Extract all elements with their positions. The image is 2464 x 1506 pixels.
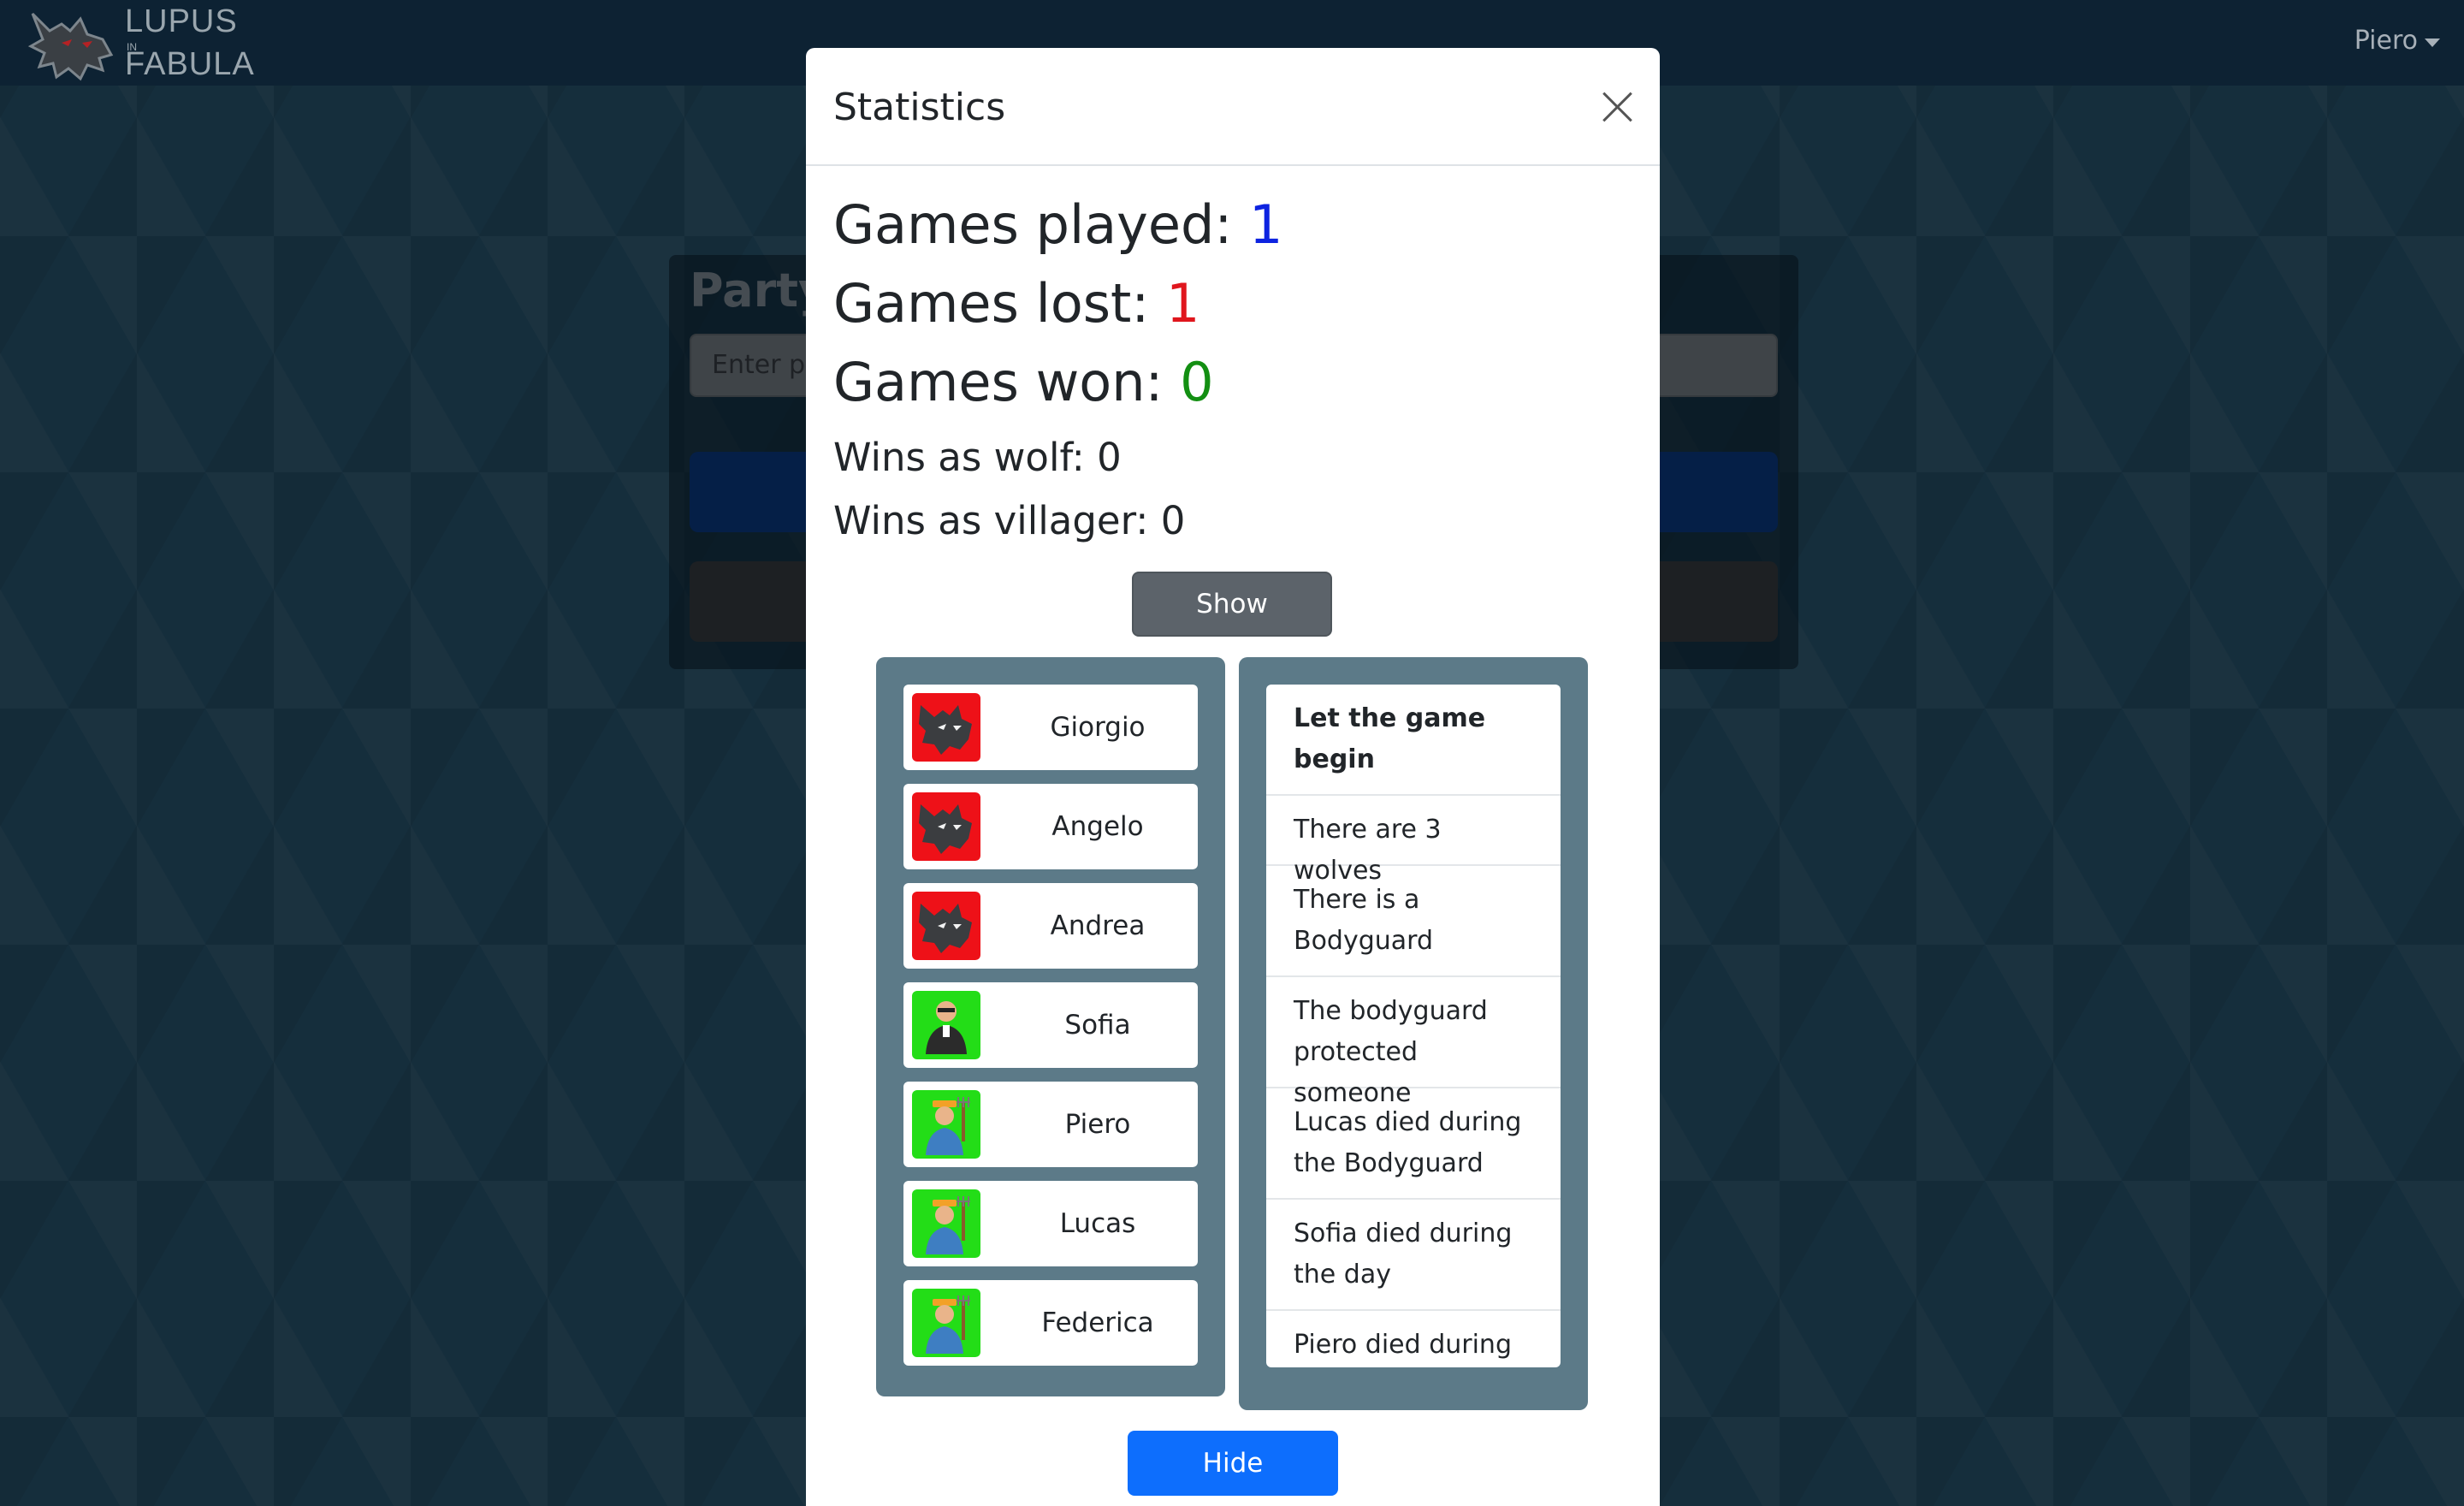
wins-as-villager-stat: Wins as villager: 0 xyxy=(833,498,1185,543)
wolf-icon xyxy=(912,792,980,861)
player-card: Piero xyxy=(903,1082,1198,1167)
games-lost-value: 1 xyxy=(1165,272,1200,335)
player-card: Federica xyxy=(903,1280,1198,1366)
wolf-icon xyxy=(912,892,980,960)
logo-text-fabula: FABULA xyxy=(125,46,255,82)
wins-wolf-label: Wins as wolf: xyxy=(833,435,1085,480)
event-item: Let the game begin xyxy=(1266,685,1561,796)
player-name: Andrea xyxy=(1050,910,1146,941)
statistics-modal: Statistics Games played: 1 Games lost: 1… xyxy=(806,48,1660,1506)
event-item: Lucas died during the Bodyguard xyxy=(1266,1088,1561,1200)
player-card: Lucas xyxy=(903,1181,1198,1266)
games-won-value: 0 xyxy=(1180,351,1214,413)
events-panel: Let the game begin There are 3 wolves Th… xyxy=(1239,657,1588,1410)
player-card: Angelo xyxy=(903,784,1198,869)
bodyguard-icon xyxy=(912,991,980,1059)
games-lost-label: Games lost: xyxy=(833,272,1150,335)
close-icon[interactable] xyxy=(1596,86,1639,128)
event-item: The bodyguard protected someone xyxy=(1266,977,1561,1108)
event-item: There is a Bodyguard xyxy=(1266,866,1561,977)
event-item: There are 3 wolves xyxy=(1266,796,1561,886)
wins-wolf-value: 0 xyxy=(1097,435,1122,480)
app-logo[interactable]: LUPUS IN FABULA xyxy=(27,3,254,82)
event-item: Piero died during xyxy=(1294,1330,1512,1360)
show-button[interactable]: Show xyxy=(1132,572,1332,637)
user-menu-dropdown[interactable]: Piero xyxy=(2354,26,2440,56)
wins-villager-value: 0 xyxy=(1160,498,1186,543)
farmer-icon xyxy=(912,1289,980,1357)
players-panel: Giorgio Angelo Andrea Sofia Piero Lucas … xyxy=(876,657,1225,1396)
logo-text-lupus: LUPUS xyxy=(125,3,238,39)
player-name: Angelo xyxy=(1051,811,1144,842)
farmer-icon xyxy=(912,1189,980,1258)
games-played-value: 1 xyxy=(1248,193,1283,256)
player-name: Federica xyxy=(1041,1307,1154,1338)
wolf-icon xyxy=(912,693,980,762)
games-played-stat: Games played: 1 xyxy=(833,193,1282,256)
player-name: Giorgio xyxy=(1050,712,1146,743)
modal-title: Statistics xyxy=(833,86,1006,129)
modal-header: Statistics xyxy=(806,48,1660,166)
games-won-label: Games won: xyxy=(833,351,1164,413)
games-lost-stat: Games lost: 1 xyxy=(833,272,1199,335)
caret-down-icon xyxy=(2425,38,2440,47)
player-card: Sofia xyxy=(903,982,1198,1068)
games-won-stat: Games won: 0 xyxy=(833,351,1214,413)
user-name: Piero xyxy=(2354,26,2418,56)
wolf-logo-icon xyxy=(27,12,114,81)
player-name: Piero xyxy=(1064,1109,1131,1140)
games-played-label: Games played: xyxy=(833,193,1233,256)
player-name: Sofia xyxy=(1064,1010,1131,1041)
player-name: Lucas xyxy=(1059,1208,1136,1239)
event-log[interactable]: Let the game begin There are 3 wolves Th… xyxy=(1266,685,1561,1367)
event-item: Sofia died during the day xyxy=(1266,1200,1561,1311)
wins-villager-label: Wins as villager: xyxy=(833,498,1149,543)
hide-button[interactable]: Hide xyxy=(1128,1431,1338,1496)
wins-as-wolf-stat: Wins as wolf: 0 xyxy=(833,435,1122,480)
player-card: Andrea xyxy=(903,883,1198,969)
player-card: Giorgio xyxy=(903,685,1198,770)
farmer-icon xyxy=(912,1090,980,1159)
